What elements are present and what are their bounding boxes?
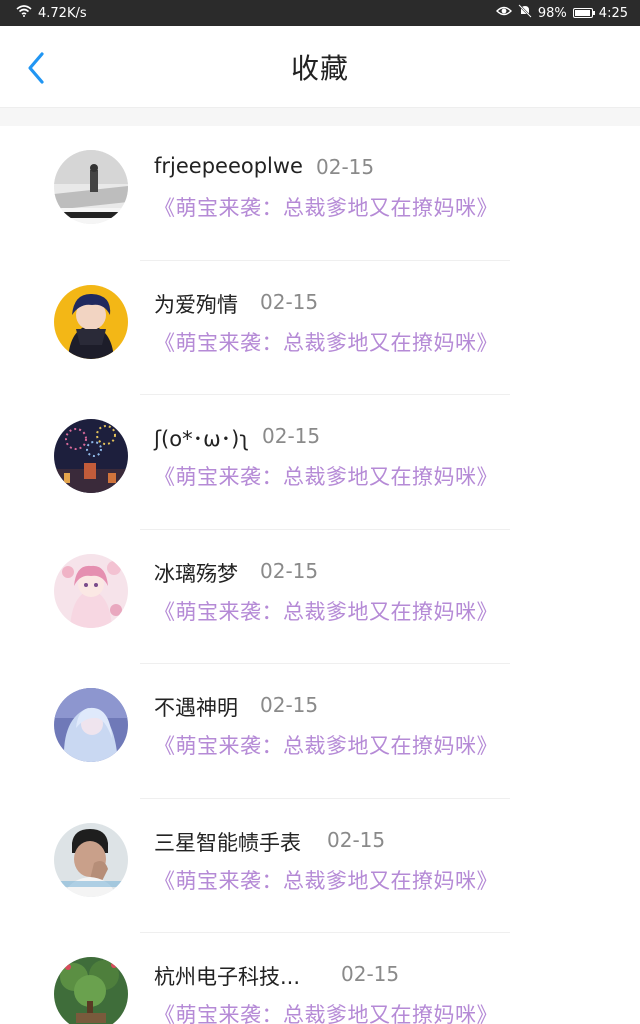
book-title[interactable]: 《萌宝来袭：总裁爹地又在撩妈咪》: [154, 730, 498, 760]
user-name: 冰璃殇梦: [154, 561, 238, 586]
book-title[interactable]: 《萌宝来袭：总裁爹地又在撩妈咪》: [154, 327, 498, 357]
battery-icon: [572, 8, 595, 18]
network-speed: 4.72K/s: [38, 5, 87, 21]
clock: 4:25: [598, 5, 628, 21]
user-name: 三星智能帻手表: [154, 830, 301, 855]
app-root: 4.72K/s 98% 4:25 收藏 frjeepeeoplwe 02-15 …: [0, 0, 640, 1024]
list-item[interactable]: 不遇神明 02-15 《萌宝来袭：总裁爹地又在撩妈咪》: [0, 664, 640, 799]
avatar[interactable]: [54, 822, 128, 897]
date: 02-15: [260, 558, 319, 583]
mute-icon: [518, 4, 532, 22]
favorites-list: frjeepeeoplwe 02-15 《萌宝来袭：总裁爹地又在撩妈咪》 为爱殉…: [0, 126, 640, 1024]
list-item[interactable]: 杭州电子科技... 02-15 《萌宝来袭：总裁爹地又在撩妈咪》: [0, 933, 640, 1024]
status-left: 4.72K/s: [16, 0, 87, 26]
book-title[interactable]: 《萌宝来袭：总裁爹地又在撩妈咪》: [154, 461, 498, 491]
date: 02-15: [341, 962, 400, 986]
header: 收藏: [0, 26, 640, 108]
user-name: frjeepeeoplwe: [154, 154, 303, 178]
avatar[interactable]: [54, 284, 128, 359]
list-item[interactable]: frjeepeeoplwe 02-15 《萌宝来袭：总裁爹地又在撩妈咪》: [0, 126, 640, 261]
book-title[interactable]: 《萌宝来袭：总裁爹地又在撩妈咪》: [154, 999, 498, 1024]
avatar[interactable]: [54, 553, 128, 628]
page-title: 收藏: [290, 52, 349, 85]
avatar[interactable]: [54, 419, 128, 493]
book-title[interactable]: 《萌宝来袭：总裁爹地又在撩妈咪》: [154, 192, 498, 222]
wifi-icon: [16, 5, 32, 21]
list-item[interactable]: 三星智能帻手表 02-15 《萌宝来袭：总裁爹地又在撩妈咪》: [0, 799, 640, 933]
status-right: 98% 4:25: [495, 0, 628, 26]
date: 02-15: [260, 289, 319, 314]
user-name: 杭州电子科技...: [154, 965, 301, 989]
date: 02-15: [316, 155, 375, 179]
user-name: 不遇神明: [154, 696, 238, 720]
avatar[interactable]: [54, 150, 128, 224]
date: 02-15: [262, 424, 321, 448]
avatar[interactable]: [54, 957, 128, 1024]
user-name: 为爱殉情: [154, 292, 238, 317]
book-title[interactable]: 《萌宝来袭：总裁爹地又在撩妈咪》: [154, 865, 498, 895]
header-divider: [0, 108, 640, 126]
status-bar: 4.72K/s 98% 4:25: [0, 0, 640, 26]
eye-icon: [495, 5, 512, 21]
user-name: ʃ(o*･ω･)ʅ: [154, 427, 250, 451]
battery-percent: 98%: [537, 5, 567, 21]
avatar[interactable]: [54, 688, 128, 762]
book-title[interactable]: 《萌宝来袭：总裁爹地又在撩妈咪》: [154, 596, 498, 626]
list-item[interactable]: ʃ(o*･ω･)ʅ 02-15 《萌宝来袭：总裁爹地又在撩妈咪》: [0, 395, 640, 530]
date: 02-15: [260, 693, 319, 717]
list-item[interactable]: 为爱殉情 02-15 《萌宝来袭：总裁爹地又在撩妈咪》: [0, 261, 640, 395]
date: 02-15: [327, 827, 386, 852]
list-item[interactable]: 冰璃殇梦 02-15 《萌宝来袭：总裁爹地又在撩妈咪》: [0, 530, 640, 664]
